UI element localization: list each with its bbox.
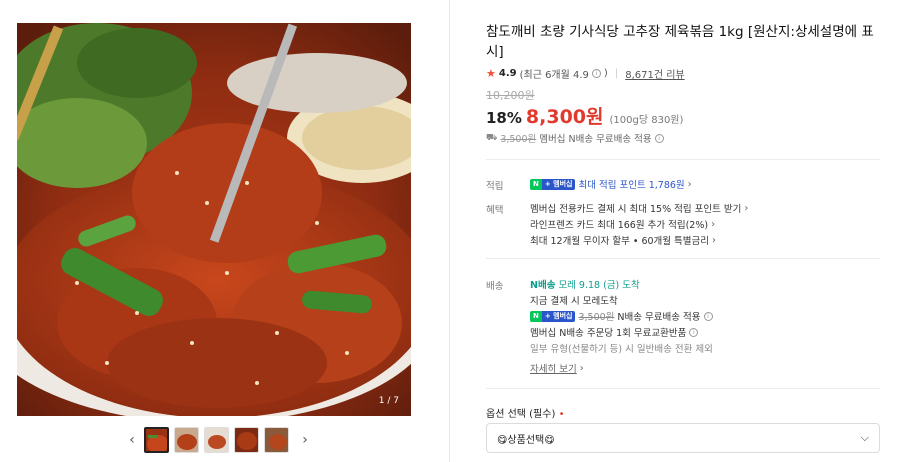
- option-selected-value: 😋상품선택😋: [497, 434, 555, 446]
- point-row[interactable]: N + 멤버십 최대 적립 포인트 1,786원 ›: [530, 177, 692, 191]
- shipping-strike-price: 3,500원: [500, 134, 537, 145]
- thumbnail-strip: ‹ ›: [125, 427, 312, 453]
- rating-recent: (최근 6개월 4.9: [519, 70, 589, 81]
- star-icon: ★: [486, 67, 496, 80]
- details-link-row[interactable]: 자세히 보기 ›: [530, 361, 584, 376]
- return-row: 멤버십 N배송 주문당 1회 무료교환반품 i: [530, 325, 699, 339]
- separator: |: [614, 68, 619, 79]
- thumbnail-3[interactable]: [204, 427, 229, 453]
- image-counter: 1 / 7: [378, 396, 399, 406]
- npay-membership-badge: N + 멤버십: [530, 310, 576, 322]
- divider: [486, 258, 880, 259]
- chevron-right-icon[interactable]: ›: [298, 432, 312, 448]
- rating-row: ★ 4.9 (최근 6개월 4.9 i) | 8,671건 리뷰: [486, 66, 685, 81]
- option-select[interactable]: 😋상품선택😋 ⌵: [486, 423, 880, 453]
- truck-icon: ⛟: [486, 132, 498, 143]
- sale-price: 8,300원: [525, 106, 604, 128]
- chevron-right-icon: ›: [687, 178, 692, 190]
- review-count-link[interactable]: 8,671건 리뷰: [625, 66, 684, 81]
- discount-rate: 18%: [486, 109, 522, 127]
- delivery-free-text: N배송 무료배송 적용: [617, 312, 701, 323]
- chevron-down-icon: ⌵: [860, 431, 869, 444]
- divider: [486, 388, 880, 389]
- benefit-line-1[interactable]: 멤버십 전용카드 결제 시 최대 15% 적립 포인트 받기 ›: [530, 201, 749, 216]
- info-icon[interactable]: i: [654, 133, 664, 143]
- pay-now-text: 지금 결제 시 모레도착: [530, 296, 618, 307]
- max-point-text: 최대 적립 포인트 1,786원: [578, 180, 685, 191]
- thumbnail-5[interactable]: [264, 427, 289, 453]
- column-divider: [449, 0, 450, 462]
- product-main-image[interactable]: 1 / 7: [17, 23, 411, 416]
- benefit-line-3[interactable]: 최대 12개월 무이자 할부 • 60개월 특별금리 ›: [530, 233, 716, 248]
- chevron-left-icon[interactable]: ‹: [125, 432, 139, 448]
- delivery-eta: 모레 9.18 (금) 도착: [558, 280, 640, 291]
- chevron-right-icon: ›: [579, 362, 584, 374]
- thumbnail-2[interactable]: [174, 427, 199, 453]
- rating-score: 4.9: [498, 68, 517, 79]
- delivery-badge: N배송: [530, 280, 556, 291]
- delivery-free-row: N + 멤버십 3,500원 N배송 무료배송 적용 i: [530, 309, 713, 323]
- npay-membership-badge: N + 멤버십: [530, 178, 576, 190]
- divider: [486, 159, 880, 160]
- option-label: 옵션 선택 (필수) •: [486, 409, 565, 420]
- info-icon[interactable]: i: [591, 69, 601, 78]
- delivery-eta-row: N배송 모레 9.18 (금) 도착: [530, 277, 640, 291]
- unit-price: (100g당 830원): [609, 115, 684, 126]
- benefit-line-2[interactable]: 라인프렌즈 카드 최대 166원 추가 적립(2%) ›: [530, 217, 716, 232]
- info-icon[interactable]: i: [703, 311, 713, 321]
- delivery-strike-price: 3,500원: [578, 312, 615, 323]
- benefit-label: 혜택: [486, 205, 504, 216]
- delivery-label: 배송: [486, 281, 504, 292]
- chevron-right-icon: ›: [711, 218, 716, 230]
- shipping-text: 멤버십 N배송 무료배송 적용: [539, 134, 652, 145]
- exclude-row: 일부 유형(선물하기 등) 시 일반배송 전환 제외: [530, 344, 713, 355]
- price-row: 18% 8,300원 (100g당 830원): [486, 102, 683, 129]
- thumbnail-4[interactable]: [234, 427, 259, 453]
- spicy-pork-photo: [17, 23, 411, 416]
- info-icon[interactable]: i: [689, 327, 699, 337]
- product-title: 참도깨비 초량 기사식당 고추장 제육볶음 1kg [원산지:상세설명에 표시]: [486, 24, 874, 60]
- point-label: 적립: [486, 181, 504, 192]
- original-price: 10,200원: [486, 89, 535, 102]
- details-link[interactable]: 자세히 보기: [530, 361, 577, 375]
- thumbnail-1[interactable]: [144, 427, 169, 453]
- required-mark: •: [558, 409, 565, 420]
- rating-recent-close: ): [603, 68, 608, 79]
- shipping-line: ⛟ 3,500원 멤버십 N배송 무료배송 적용 i: [486, 131, 664, 145]
- chevron-right-icon: ›: [744, 202, 749, 214]
- chevron-right-icon: ›: [712, 234, 716, 246]
